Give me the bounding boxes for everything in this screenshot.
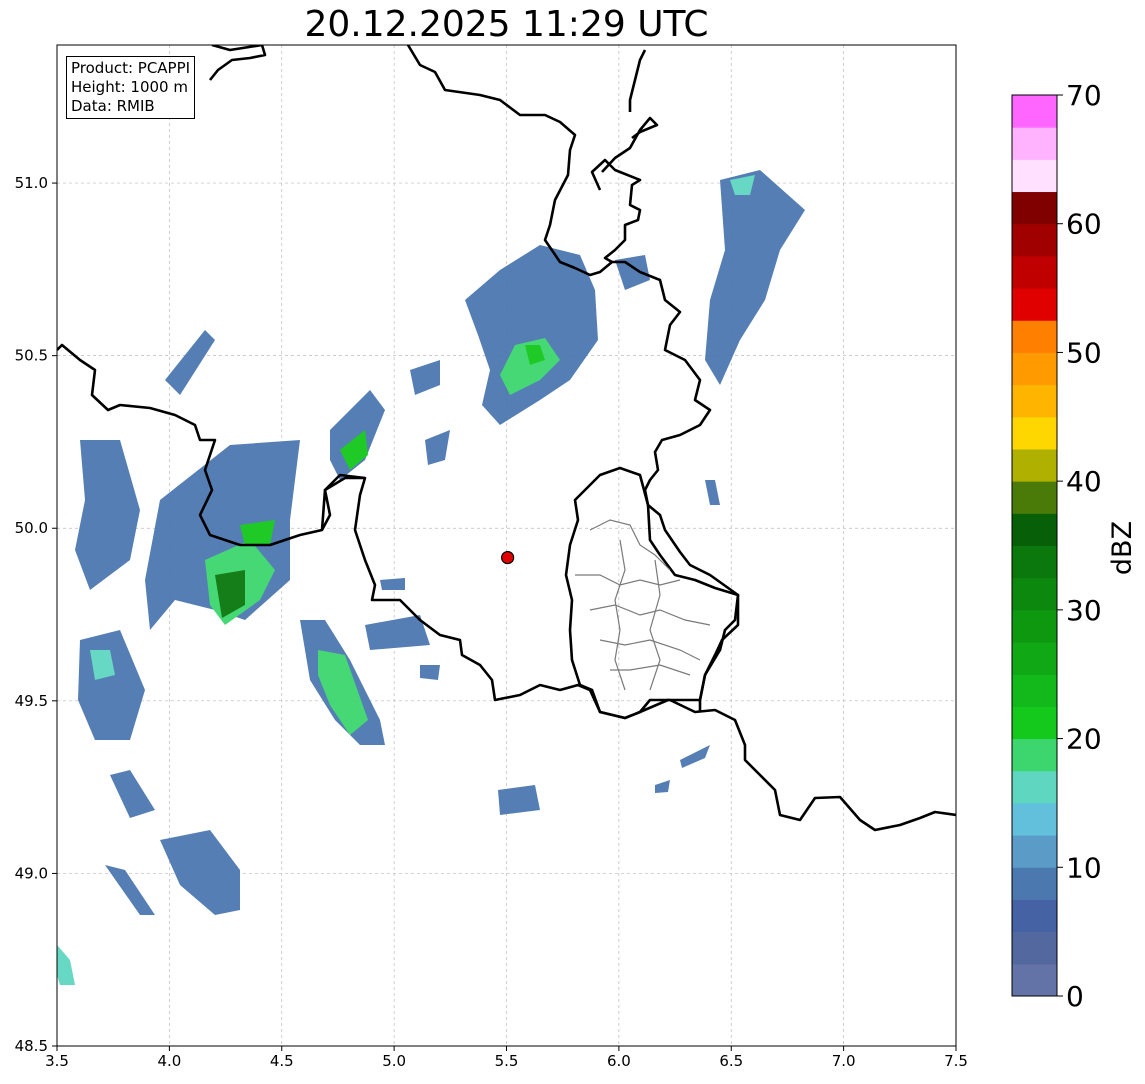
radar-site-marker — [501, 550, 515, 565]
y-tick-label: 48.5 — [15, 1037, 48, 1055]
echo-south-3 — [105, 865, 155, 915]
echo-north-strip — [330, 390, 385, 480]
x-tick-label: 4.0 — [157, 1052, 181, 1070]
x-tick-label: 6.5 — [719, 1052, 743, 1070]
luxembourg-regions — [575, 519, 711, 691]
echo-far-west2 — [78, 630, 145, 740]
x-tick-label: 5.0 — [382, 1052, 406, 1070]
y-tick-label: 49.5 — [15, 692, 48, 710]
x-tick-label: 6.0 — [607, 1052, 631, 1070]
y-tick-label: 51.0 — [15, 174, 48, 192]
data-source-label: Data: RMIB — [71, 97, 155, 115]
echo-south-2 — [110, 770, 155, 818]
echo-small-7 — [655, 780, 670, 793]
echo-nw-streak — [165, 330, 215, 395]
y-tick-label: 50.5 — [15, 347, 48, 365]
y-tick-label: 50.0 — [15, 519, 48, 537]
echo-small-8 — [705, 480, 720, 505]
y-axis-ticks: 48.5 49.0 49.5 50.0 50.5 51.0 — [15, 174, 57, 1055]
echo-south-1 — [160, 830, 240, 915]
radar-map: 3.5 4.0 4.5 5.0 5.5 6.0 6.5 7.0 7.5 48.5 49.0 49.5… — [15, 44, 968, 1070]
echo-small-6 — [680, 745, 710, 768]
y-tick-label: 49.0 — [15, 864, 48, 882]
border-netherlands-germany — [590, 49, 659, 264]
echo-cell-nw — [465, 245, 598, 425]
product-info-box: Product: PCAPPI Height: 1000 m Data: RMI… — [66, 56, 196, 119]
echo-far-west — [75, 440, 140, 590]
echo-small-2 — [425, 430, 450, 465]
x-tick-label: 5.5 — [495, 1052, 519, 1070]
echo-south-4 — [498, 785, 540, 815]
echo-sw-corner — [57, 945, 75, 985]
x-tick-label: 7.0 — [832, 1052, 856, 1070]
x-tick-label: 4.5 — [270, 1052, 294, 1070]
border-luxembourg — [564, 466, 740, 720]
x-tick-label: 3.5 — [45, 1052, 69, 1070]
height-label: Height: 1000 m — [71, 78, 188, 96]
echo-small-5 — [420, 665, 440, 680]
echo-small-4 — [380, 578, 405, 590]
x-axis-ticks: 3.5 4.0 4.5 5.0 5.5 6.0 6.5 7.0 7.5 — [45, 1046, 968, 1070]
product-label: Product: PCAPPI — [71, 59, 191, 77]
border-belgium-netherlands — [208, 45, 740, 712]
echo-small-1 — [410, 360, 440, 395]
x-tick-label: 7.5 — [944, 1052, 968, 1070]
echo-ne-band — [705, 170, 805, 385]
